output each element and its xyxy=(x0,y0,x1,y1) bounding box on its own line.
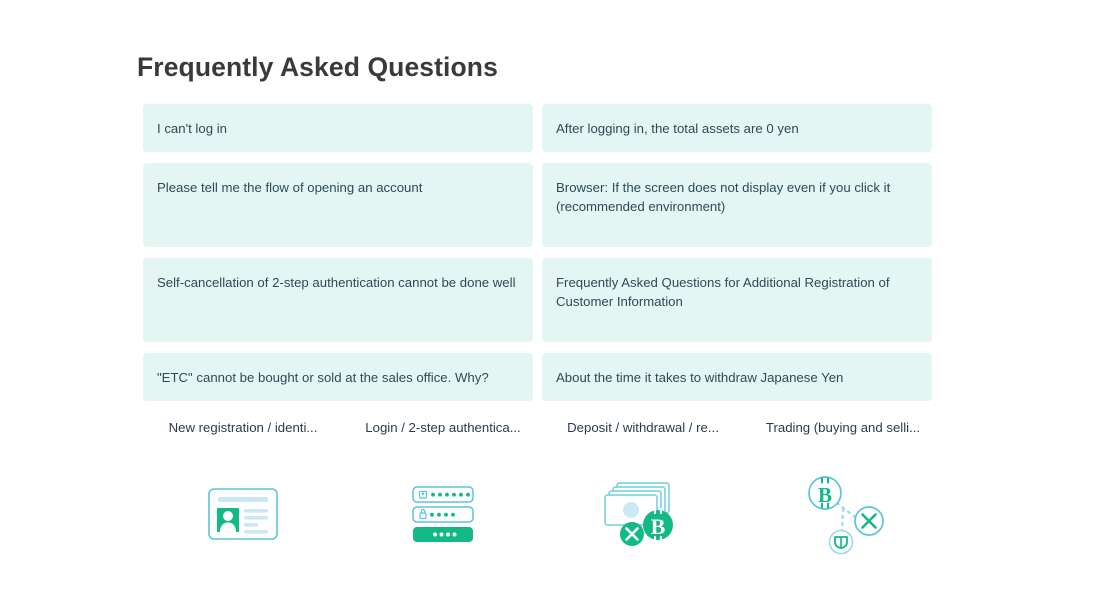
faq-page: Frequently Asked Questions I can't log i… xyxy=(0,0,1095,599)
category-item-new-registration[interactable]: New registration / identi... xyxy=(143,420,343,557)
faq-card-line: I can't log in xyxy=(157,121,227,136)
faq-card-line: After logging in, the total assets are 0… xyxy=(556,121,799,136)
svg-text:B: B xyxy=(651,514,666,539)
faq-column-right: About the time it takes to withdraw Japa… xyxy=(542,353,932,401)
faq-card[interactable]: Browser: If the screen does not display … xyxy=(542,163,932,247)
faq-column-right: Browser: If the screen does not display … xyxy=(542,163,932,247)
faq-card-line: (recommended environment) xyxy=(556,199,726,214)
faq-card-line: "ETC" cannot be bought or sold at the sa… xyxy=(157,370,489,385)
faq-row: Self-cancellation of 2-step authenticati… xyxy=(143,258,932,342)
category-section: New registration / identi... Login / 2-s… xyxy=(143,420,943,557)
category-label: New registration / identi... xyxy=(168,420,318,435)
faq-card-line: About the time it takes to withdraw Japa… xyxy=(556,370,844,385)
faq-card[interactable]: Please tell me the flow of opening an ac… xyxy=(143,163,533,247)
faq-column-right: After logging in, the total assets are 0… xyxy=(542,104,932,152)
faq-column-right: Frequently Asked Questions for Additiona… xyxy=(542,258,932,342)
faq-column-left: Self-cancellation of 2-step authenticati… xyxy=(143,258,533,342)
faq-card-line: Frequently Asked Questions for Additiona… xyxy=(556,275,890,290)
faq-card[interactable]: After logging in, the total assets are 0… xyxy=(542,104,932,152)
faq-row: "ETC" cannot be bought or sold at the sa… xyxy=(143,353,932,401)
category-item-deposit-withdrawal[interactable]: Deposit / withdrawal / re... B xyxy=(543,420,743,557)
faq-card-line: Browser: If the screen does not display … xyxy=(556,180,891,195)
faq-card[interactable]: Self-cancellation of 2-step authenticati… xyxy=(143,258,533,342)
category-label: Trading (buying and selli... xyxy=(765,420,921,435)
faq-row: Please tell me the flow of opening an ac… xyxy=(143,163,932,247)
svg-text:B: B xyxy=(818,483,832,507)
faq-card[interactable]: About the time it takes to withdraw Japa… xyxy=(542,353,932,401)
faq-card-grid: I can't log in After logging in, the tot… xyxy=(143,104,932,412)
category-item-trading[interactable]: Trading (buying and selli... B xyxy=(743,420,943,557)
crypto-network-icon: B xyxy=(793,471,893,557)
faq-card[interactable]: "ETC" cannot be bought or sold at the sa… xyxy=(143,353,533,401)
faq-column-left: Please tell me the flow of opening an ac… xyxy=(143,163,533,247)
category-label: Deposit / withdrawal / re... xyxy=(567,420,719,435)
faq-card[interactable]: Frequently Asked Questions for Additiona… xyxy=(542,258,932,342)
faq-card-line: Self-cancellation of 2-step authenticati… xyxy=(157,275,516,290)
faq-row: I can't log in After logging in, the tot… xyxy=(143,104,932,152)
login-form-icon xyxy=(393,471,493,557)
faq-card[interactable]: I can't log in xyxy=(143,104,533,152)
faq-card-line: Customer Information xyxy=(556,294,683,309)
faq-column-left: "ETC" cannot be bought or sold at the sa… xyxy=(143,353,533,401)
faq-card-line: Please tell me the flow of opening an ac… xyxy=(157,180,423,195)
faq-column-left: I can't log in xyxy=(143,104,533,152)
category-item-login[interactable]: Login / 2-step authentica... xyxy=(343,420,543,557)
banknotes-coins-icon: B xyxy=(593,471,693,557)
page-title: Frequently Asked Questions xyxy=(137,52,498,82)
category-label: Login / 2-step authentica... xyxy=(365,420,521,435)
id-card-icon xyxy=(193,471,293,557)
